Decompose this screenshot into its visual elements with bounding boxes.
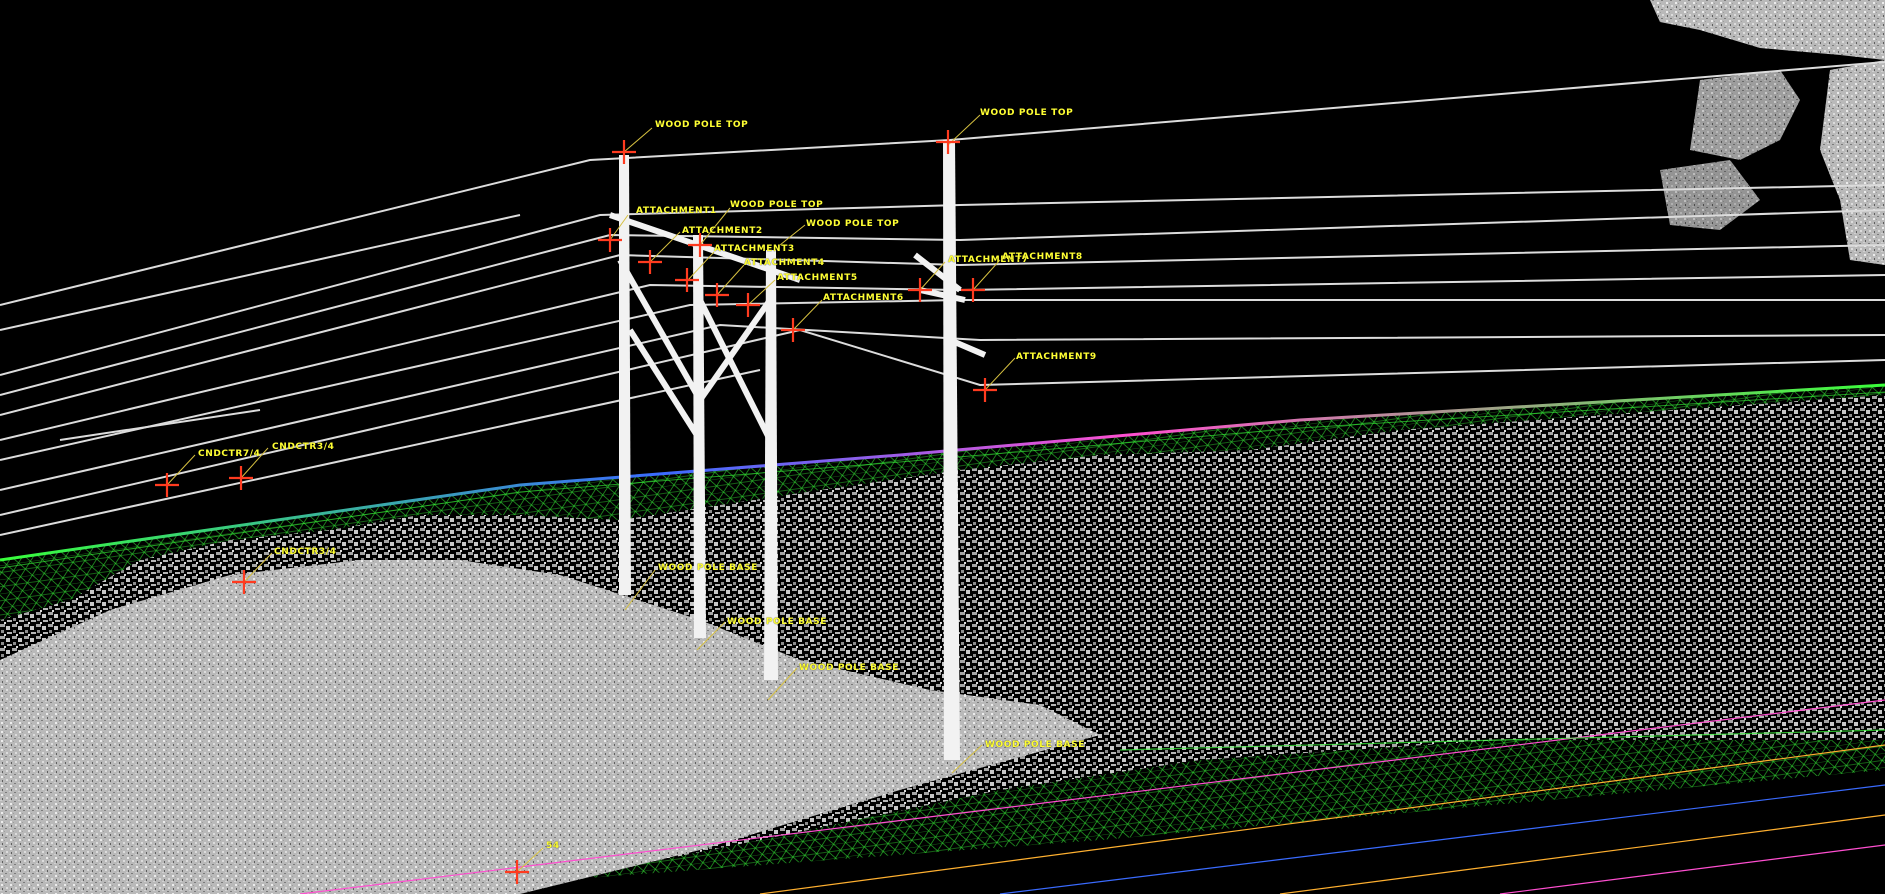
label-att5[interactable]: ATTACHMENT5 — [777, 274, 858, 283]
label-att6[interactable]: ATTACHMENT6 — [823, 294, 904, 303]
label-cndctr-b[interactable]: CNDCTR3/4 — [272, 443, 335, 452]
label-pole2-top[interactable]: WOOD POLE TOP — [730, 201, 823, 210]
label-pole3-top[interactable]: WOOD POLE TOP — [806, 220, 899, 229]
label-pole1-top[interactable]: WOOD POLE TOP — [655, 121, 748, 130]
label-pole4-base[interactable]: WOOD POLE BASE — [985, 741, 1085, 750]
label-pole4-top[interactable]: WOOD POLE TOP — [980, 109, 1073, 118]
label-att3[interactable]: ATTACHMENT3 — [714, 245, 795, 254]
label-att8[interactable]: ATTACHMENT8 — [1002, 253, 1083, 262]
label-att1[interactable]: ATTACHMENT1 — [636, 207, 717, 216]
label-att4[interactable]: ATTACHMENT4 — [744, 259, 825, 268]
label-att9[interactable]: ATTACHMENT9 — [1016, 353, 1097, 362]
tree-canopy — [1650, 0, 1885, 265]
marker-att1 — [598, 228, 622, 252]
label-pole2-base[interactable]: WOOD POLE BASE — [727, 618, 827, 627]
label-att2[interactable]: ATTACHMENT2 — [682, 227, 763, 236]
label-pole1-base[interactable]: WOOD POLE BASE — [658, 564, 758, 573]
label-ground-point[interactable]: 54 — [546, 842, 560, 851]
marker-pole1-top — [612, 140, 636, 164]
lidar-point-cloud-view[interactable]: WOOD POLE TOP ATTACHMENT1 WOOD POLE TOP … — [0, 0, 1885, 894]
label-cndctr-c[interactable]: CNDCTR3/4 — [274, 548, 337, 557]
marker-cndctr-b — [229, 466, 253, 490]
label-cndctr-a[interactable]: CNDCTR7/4 — [198, 450, 261, 459]
label-pole3-base[interactable]: WOOD POLE BASE — [799, 664, 899, 673]
marker-pole4-top — [936, 130, 960, 154]
marker-att7 — [908, 278, 932, 302]
